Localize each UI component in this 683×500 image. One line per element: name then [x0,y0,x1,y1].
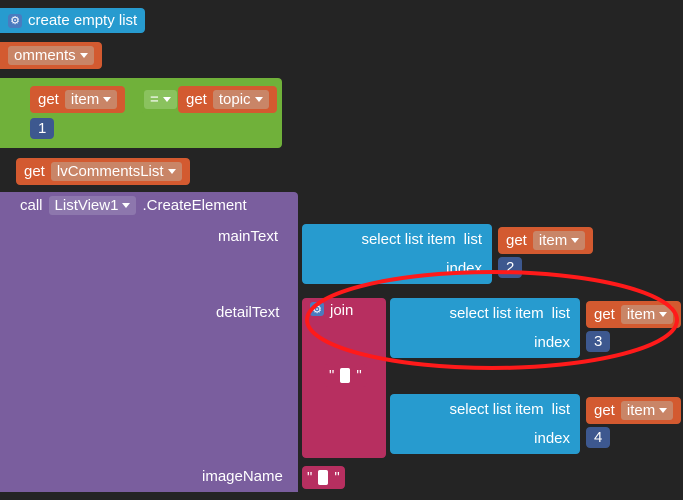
dropdown-lvcommentslist[interactable]: lvCommentsList [51,162,182,181]
dropdown-equals[interactable]: = [144,90,177,109]
chevron-down-icon [163,97,171,102]
label-imagename: imageName [202,468,283,485]
gear-icon: ⚙ [8,14,22,28]
block-get-item-sl1[interactable]: get item [498,227,593,254]
block-number-3[interactable]: 3 [586,331,610,352]
block-select-list-2[interactable]: select list item list index [390,298,580,358]
block-number-4[interactable]: 4 [586,427,610,448]
dropdown-item-sl2[interactable]: item [621,305,673,324]
chevron-down-icon [255,97,263,102]
block-get-topic[interactable]: get topic [178,86,277,113]
gear-icon: ⚙ [310,302,324,316]
block-text-literal-1[interactable]: " " [324,364,367,387]
dropdown-item-sl1[interactable]: item [533,231,585,250]
dropdown-comments[interactable]: omments [8,46,94,65]
block-comments-var[interactable]: omments [0,42,102,69]
block-create-empty-list[interactable]: ⚙ create empty list [0,8,145,33]
block-number-1[interactable]: 1 [30,118,54,139]
block-select-list-1[interactable]: select list item list index [302,224,492,284]
block-get-lvcommentslist[interactable]: get lvCommentsList [16,158,190,185]
label-maintext: mainText [218,228,278,245]
label-detailtext: detailText [216,304,279,321]
dropdown-item-1[interactable]: item [65,90,117,109]
label: create empty list [28,12,137,29]
chevron-down-icon [659,312,667,317]
text-input[interactable] [318,470,328,485]
chevron-down-icon [571,238,579,243]
dropdown-topic[interactable]: topic [213,90,269,109]
block-select-list-3[interactable]: select list item list index [390,394,580,454]
block-number-2[interactable]: 2 [498,257,522,278]
chevron-down-icon [659,408,667,413]
chevron-down-icon [168,169,176,174]
chevron-down-icon [80,53,88,58]
dropdown-listview1[interactable]: ListView1 [49,196,137,215]
block-get-item-sl3[interactable]: get item [586,397,681,424]
block-text-literal-2[interactable]: " " [302,466,345,489]
block-get-item-sl2[interactable]: get item [586,301,681,328]
call-header: call ListView1 .CreateElement [8,196,247,215]
chevron-down-icon [122,203,130,208]
block-equals-op[interactable]: = [140,86,181,113]
dropdown-item-sl3[interactable]: item [621,401,673,420]
block-get-item-1[interactable]: get item [30,86,125,113]
text-input[interactable] [340,368,350,383]
chevron-down-icon [103,97,111,102]
